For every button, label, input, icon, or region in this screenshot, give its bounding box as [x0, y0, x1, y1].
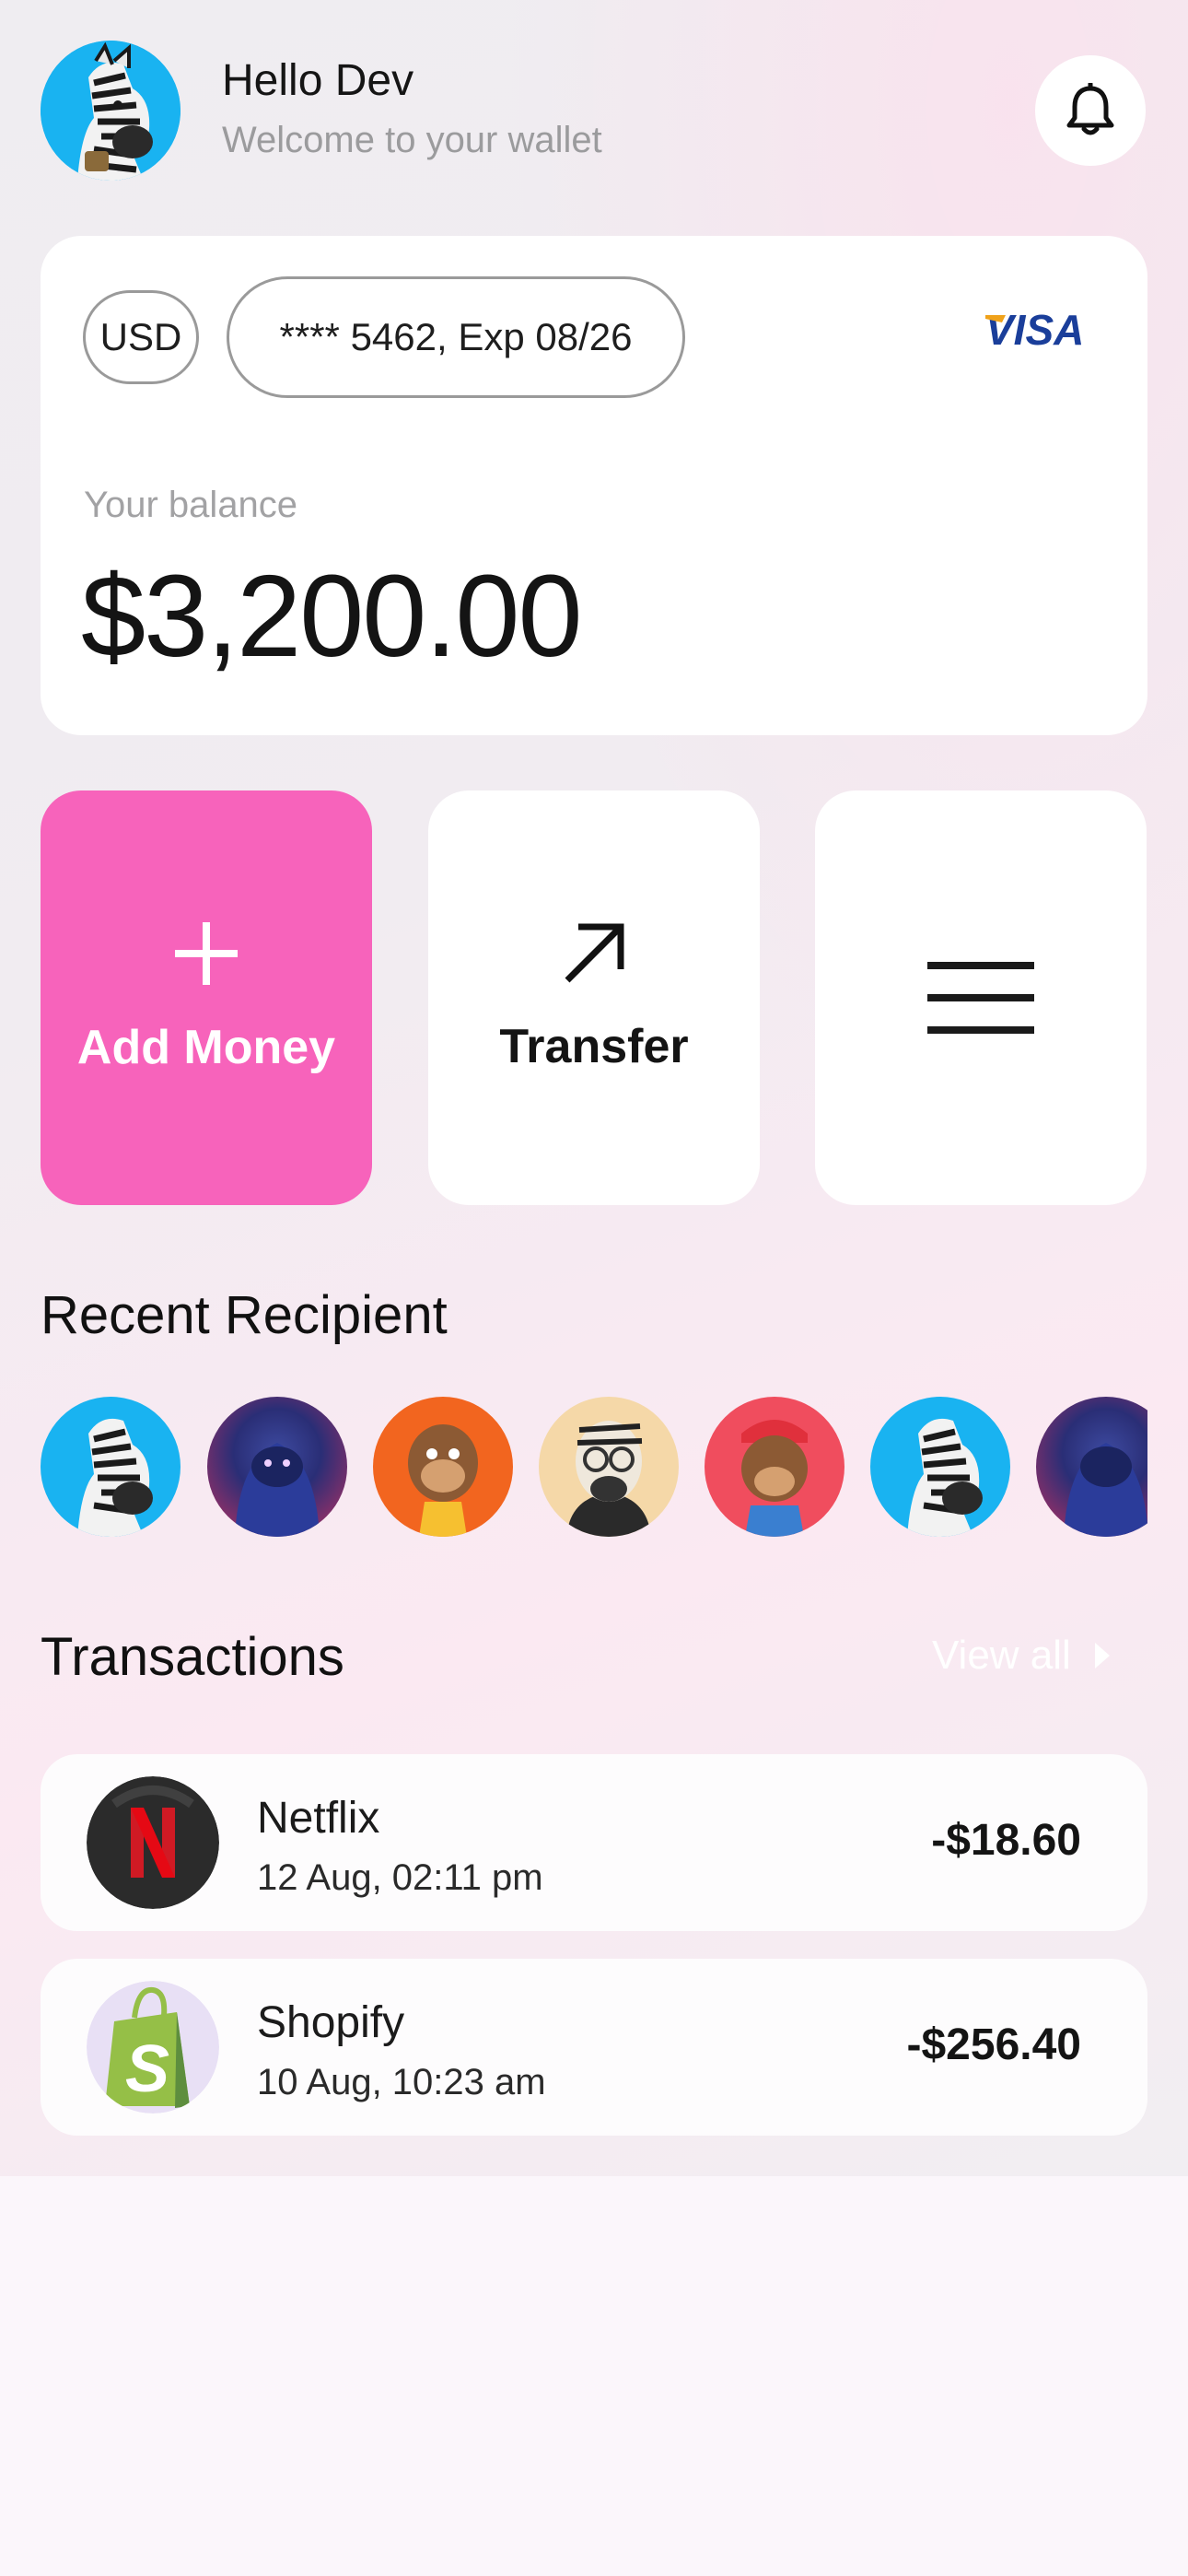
transaction-amount: -$256.40 — [906, 2020, 1082, 2069]
balance-amount: $3,200.00 — [81, 551, 583, 681]
user-avatar[interactable] — [41, 41, 181, 181]
svg-text:S: S — [125, 2032, 169, 2106]
arrow-up-right-icon — [565, 923, 624, 983]
balance-label: Your balance — [84, 485, 298, 525]
transaction-date: 10 Aug, 10:23 am — [257, 2062, 546, 2102]
monkey-avatar-icon — [408, 1424, 478, 1537]
recipient-avatar[interactable] — [207, 1397, 347, 1537]
transaction-name: Netflix — [257, 1794, 380, 1843]
add-money-button[interactable]: Add Money — [41, 790, 372, 1205]
shopify-icon: S — [87, 1981, 219, 2113]
card-number-chip[interactable]: **** 5462, Exp 08/26 — [227, 276, 685, 398]
zebra-glasses-avatar-icon — [566, 1421, 651, 1537]
balance-card[interactable]: USD **** 5462, Exp 08/26 VISA Your balan… — [41, 236, 1147, 735]
transaction-row[interactable]: Netflix 12 Aug, 02:11 pm -$18.60 — [41, 1754, 1147, 1931]
currency-chip[interactable]: USD — [83, 290, 199, 384]
netflix-icon — [87, 1776, 219, 1909]
view-all-link[interactable]: View all — [932, 1633, 1112, 1679]
recipient-avatar[interactable] — [1036, 1397, 1147, 1537]
zebra-avatar-icon — [77, 1418, 153, 1537]
transaction-amount: -$18.60 — [931, 1816, 1081, 1865]
gorilla-avatar-icon — [235, 1443, 320, 1537]
wallet-screen: Hello Dev Welcome to your wallet USD ***… — [0, 0, 1188, 2176]
hamburger-menu-icon — [927, 962, 1034, 1034]
visa-logo: VISA — [985, 306, 1105, 355]
bell-icon — [1066, 83, 1114, 135]
svg-text:VISA: VISA — [985, 308, 1084, 350]
add-money-label: Add Money — [76, 1021, 336, 1074]
view-all-label: View all — [932, 1633, 1071, 1678]
shopify-logo: S — [87, 1981, 219, 2113]
transfer-button[interactable]: Transfer — [428, 790, 760, 1205]
zebra-avatar-icon — [907, 1418, 983, 1537]
more-menu-button[interactable] — [815, 790, 1147, 1205]
transaction-name: Shopify — [257, 1998, 405, 2047]
recipient-avatar[interactable] — [870, 1397, 1010, 1537]
transactions-title: Transactions — [41, 1627, 344, 1687]
greeting-title: Hello Dev — [222, 56, 414, 105]
recent-recipient-title: Recent Recipient — [41, 1285, 448, 1345]
transaction-row[interactable]: S Shopify 10 Aug, 10:23 am -$256.40 — [41, 1959, 1147, 2136]
plus-icon — [175, 922, 238, 985]
recipient-avatar[interactable] — [373, 1397, 513, 1537]
chevron-right-icon — [1094, 1643, 1110, 1669]
transfer-label: Transfer — [499, 1020, 689, 1073]
recent-recipients-list[interactable] — [41, 1397, 1147, 1537]
notifications-button[interactable] — [1035, 55, 1146, 166]
recipient-avatar[interactable] — [705, 1397, 844, 1537]
transaction-date: 12 Aug, 02:11 pm — [257, 1857, 543, 1898]
visa-brand-icon: VISA — [985, 306, 1084, 354]
gorilla-avatar-icon — [1064, 1443, 1147, 1537]
greeting-subtitle: Welcome to your wallet — [222, 120, 602, 160]
zebra-avatar-icon — [41, 41, 181, 181]
recipient-avatar[interactable] — [539, 1397, 679, 1537]
recipient-avatar[interactable] — [41, 1397, 181, 1537]
netflix-logo — [87, 1776, 219, 1909]
monkey-cap-avatar-icon — [741, 1420, 808, 1537]
